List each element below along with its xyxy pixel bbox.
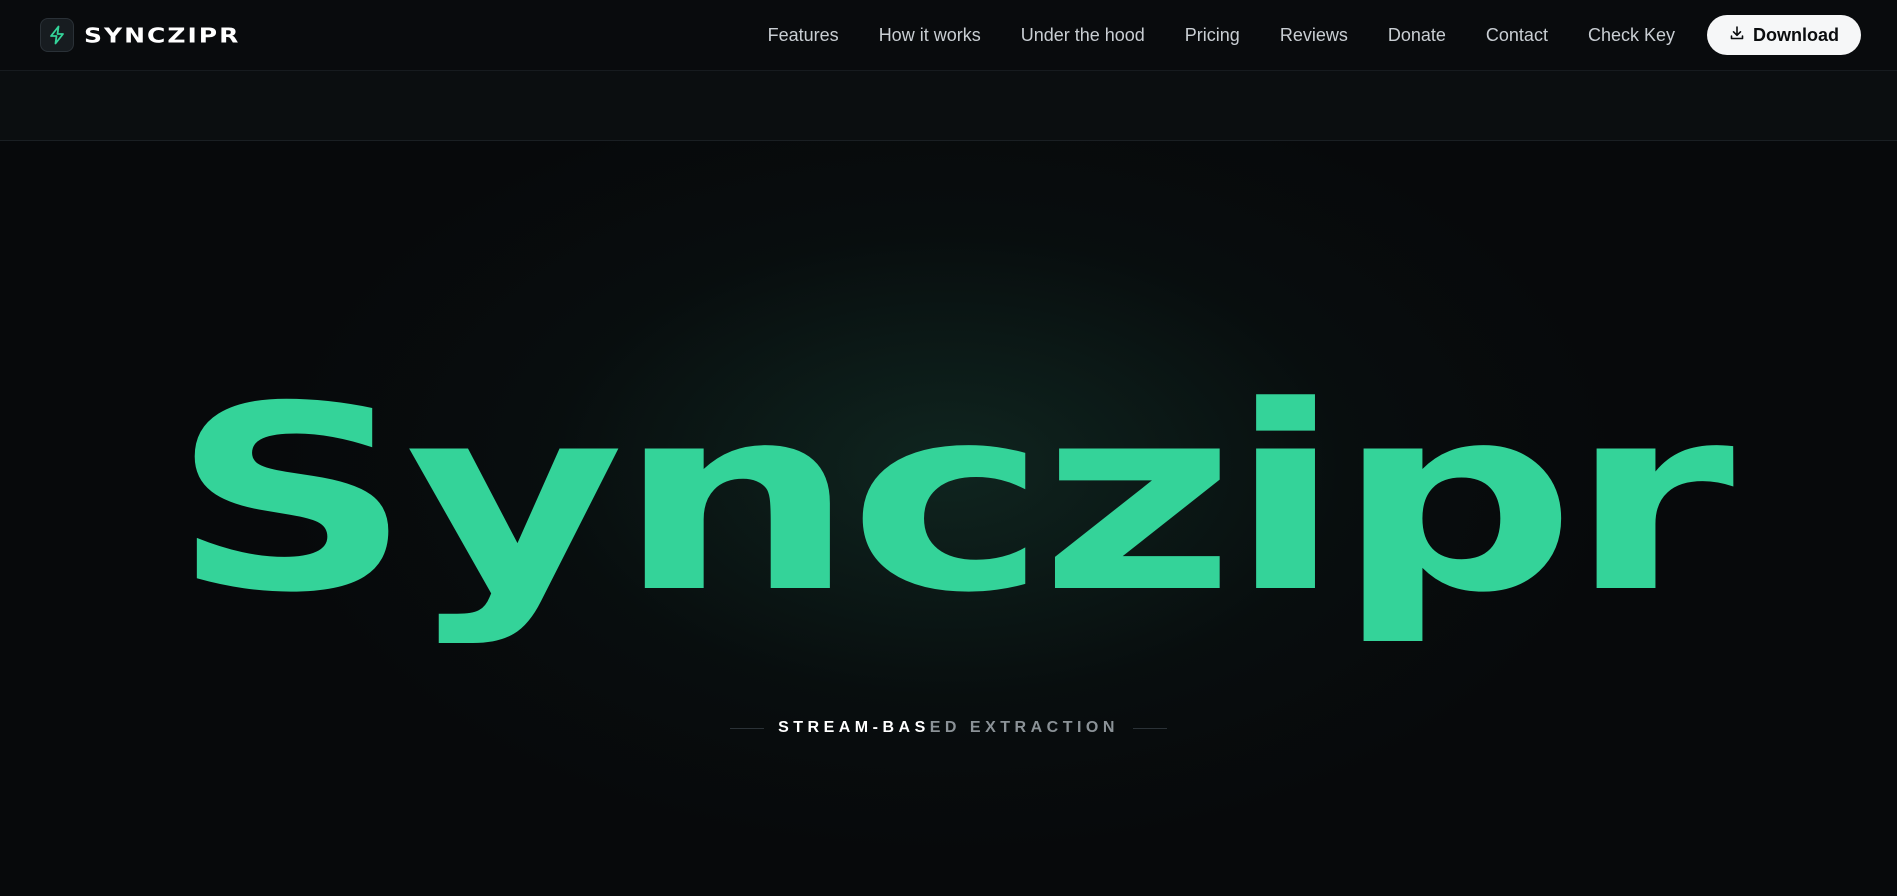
- download-button[interactable]: Download: [1707, 15, 1861, 55]
- nav-link-pricing[interactable]: Pricing: [1165, 25, 1260, 46]
- nav-link-check-key[interactable]: Check Key: [1568, 25, 1707, 46]
- hero-tagline: STREAM-BASED EXTRACTION: [778, 719, 1119, 737]
- page: SYNCZIPR Features How it works Under the…: [0, 0, 1897, 896]
- tagline-row: STREAM-BASED EXTRACTION: [0, 719, 1897, 737]
- download-icon: [1729, 25, 1745, 46]
- hero-title: Synczipr: [170, 352, 1735, 649]
- nav-link-reviews[interactable]: Reviews: [1260, 25, 1368, 46]
- tagline-bright: STREAM-BAS: [778, 719, 930, 736]
- navbar: SYNCZIPR Features How it works Under the…: [0, 0, 1897, 71]
- lightning-bolt-icon: [40, 18, 74, 52]
- secondary-bar: [0, 71, 1897, 141]
- hero-section: Synczipr STREAM-BASED EXTRACTION: [0, 141, 1897, 896]
- brand-logo-link[interactable]: SYNCZIPR: [40, 18, 240, 52]
- main-nav: Features How it works Under the hood Pri…: [748, 15, 1861, 55]
- nav-link-contact[interactable]: Contact: [1466, 25, 1568, 46]
- tagline-dim: ED EXTRACTION: [929, 719, 1119, 736]
- nav-link-donate[interactable]: Donate: [1368, 25, 1466, 46]
- brand-name: SYNCZIPR: [84, 23, 241, 47]
- nav-link-features[interactable]: Features: [748, 25, 859, 46]
- download-button-label: Download: [1753, 24, 1839, 45]
- tagline-divider-left: [730, 727, 765, 729]
- nav-link-how-it-works[interactable]: How it works: [859, 25, 1001, 46]
- nav-link-under-the-hood[interactable]: Under the hood: [1001, 25, 1165, 46]
- tagline-divider-right: [1132, 727, 1167, 729]
